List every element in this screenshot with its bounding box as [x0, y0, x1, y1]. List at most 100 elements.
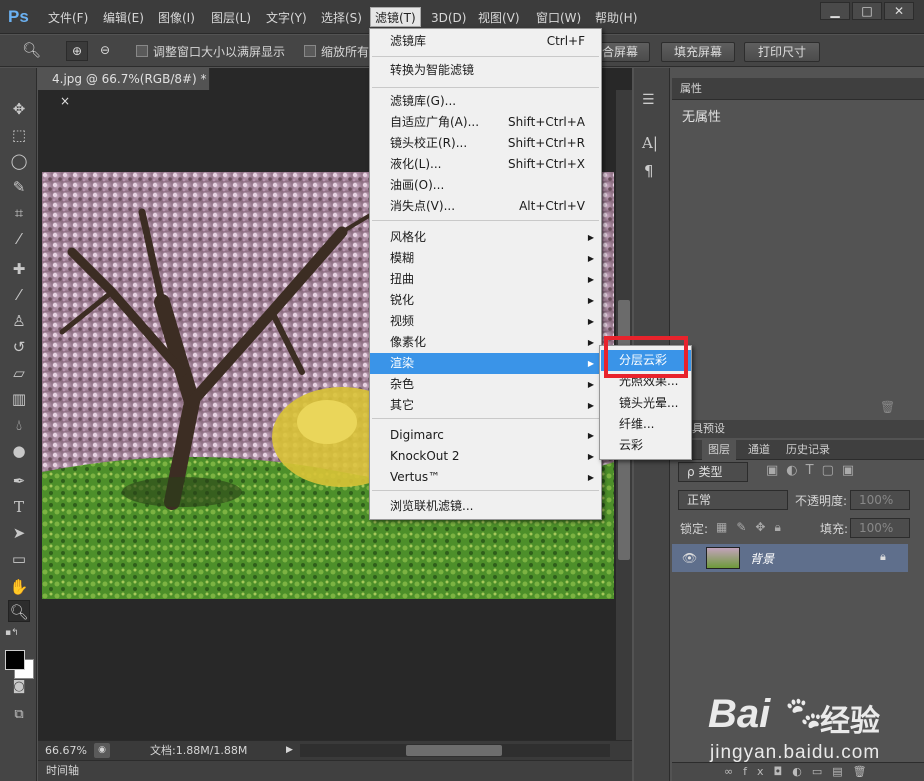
healing-brush-tool-icon[interactable]: ✚: [8, 258, 30, 280]
submenu-item-clouds[interactable]: 云彩: [601, 435, 691, 456]
menu-window[interactable]: 窗口(W): [532, 8, 585, 28]
move-tool-icon[interactable]: ✥: [8, 98, 30, 120]
pen-tool-icon[interactable]: ✒: [8, 470, 30, 492]
tab-layers[interactable]: 图层: [702, 440, 736, 460]
gradient-tool-icon[interactable]: ▥: [8, 388, 30, 410]
eyedropper-tool-icon[interactable]: ⁄: [8, 228, 30, 250]
tab-channels[interactable]: 通道: [742, 440, 776, 460]
opacity-input[interactable]: 100%: [850, 490, 910, 510]
layer-name[interactable]: 背景: [750, 550, 774, 567]
lasso-tool-icon[interactable]: ◯: [8, 150, 30, 172]
history-brush-tool-icon[interactable]: ↺: [8, 336, 30, 358]
tab-history[interactable]: 历史记录: [780, 440, 836, 460]
filter-menu-item-sharpen[interactable]: 锐化 ▶: [370, 290, 601, 311]
close-button[interactable]: ✕: [884, 2, 914, 20]
lock-icons[interactable]: ▦✎✥🔒︎: [716, 520, 790, 535]
horizontal-scroll-thumb[interactable]: [406, 745, 502, 756]
dodge-tool-icon[interactable]: ●: [8, 440, 30, 462]
filter-menu-item-noise[interactable]: 杂色 ▶: [370, 374, 601, 395]
filter-menu-item-digimarc[interactable]: Digimarc ▶: [370, 425, 601, 446]
quick-select-tool-icon[interactable]: ✎: [8, 176, 30, 198]
submenu-item-fibers[interactable]: 纤维...: [601, 414, 691, 435]
fill-input[interactable]: 100%: [850, 518, 910, 538]
menu-3d[interactable]: 3D(D): [427, 8, 470, 28]
filter-menu-item-video[interactable]: 视频 ▶: [370, 311, 601, 332]
zoom-tool-icon[interactable]: 🔍︎: [22, 41, 41, 59]
quick-mask-icon[interactable]: ◙: [8, 676, 30, 698]
horizontal-scrollbar[interactable]: [300, 744, 610, 757]
zoom-level[interactable]: 66.67%: [45, 741, 87, 760]
filter-menu-item-convert-smart-filters[interactable]: 转换为智能滤镜: [370, 60, 601, 81]
filter-menu-item-filter-gallery[interactable]: 滤镜库(G)...: [370, 91, 601, 112]
filter-menu-item-browse-filters-online[interactable]: 浏览联机滤镜...: [370, 496, 601, 517]
document-tab[interactable]: 4.jpg @ 66.7%(RGB/8#) * ×: [38, 68, 210, 108]
close-tab-icon[interactable]: ×: [60, 94, 70, 108]
path-select-tool-icon[interactable]: ➤: [8, 522, 30, 544]
blur-tool-icon[interactable]: 💧︎: [8, 414, 30, 436]
zoom-out-icon[interactable]: ⊖: [94, 41, 116, 61]
default-colors-icon[interactable]: ▪↰: [5, 628, 19, 638]
submenu-item-lens-flare[interactable]: 镜头光晕...: [601, 393, 691, 414]
eraser-tool-icon[interactable]: ▱: [8, 362, 30, 384]
marquee-tool-icon[interactable]: ⬚: [8, 124, 30, 146]
status-options-icon[interactable]: ◉: [94, 743, 110, 758]
properties-tab[interactable]: 属性: [680, 82, 702, 95]
fill-screen-button[interactable]: 填充屏幕: [661, 42, 735, 62]
menu-filter[interactable]: 滤镜(T): [370, 7, 421, 27]
minimize-button[interactable]: ▁: [820, 2, 850, 20]
menu-view[interactable]: 视图(V): [474, 8, 524, 28]
stamp-tool-icon[interactable]: ♙: [8, 310, 30, 332]
brush-tool-icon[interactable]: ⁄: [8, 284, 30, 306]
filter-menu-item-liquify[interactable]: 液化(L)... Shift+Ctrl+X: [370, 154, 601, 175]
filter-menu-item-knockout-2[interactable]: KnockOut 2 ▶: [370, 446, 601, 467]
menu-item-label: 镜头校正(R)...: [390, 136, 468, 150]
status-menu-arrow-icon[interactable]: ▶: [286, 741, 293, 760]
filter-menu-item-vertus[interactable]: Vertus™ ▶: [370, 467, 601, 488]
zoom-in-icon[interactable]: ⊕: [66, 41, 88, 61]
filter-menu-item-render[interactable]: 渲染 ▶: [370, 353, 601, 374]
character-panel-icon[interactable]: A|: [642, 134, 658, 152]
blend-mode-select[interactable]: 正常: [678, 490, 788, 510]
menu-item-shortcut: Ctrl+F: [546, 34, 585, 48]
foreground-color-swatch[interactable]: [5, 650, 25, 670]
layer-row-background[interactable]: 👁︎ 背景 🔒︎: [672, 544, 908, 572]
visibility-eye-icon[interactable]: 👁︎: [682, 551, 697, 565]
paragraph-panel-icon[interactable]: ¶: [644, 162, 654, 180]
layer-filter-icons[interactable]: ▣◐T▢▣: [766, 463, 862, 478]
menu-item-shortcut: Shift+Ctrl+R: [507, 136, 585, 150]
filter-menu-item-blur[interactable]: 模糊 ▶: [370, 248, 601, 269]
hand-tool-icon[interactable]: ✋: [8, 576, 30, 598]
filter-menu-item-last-filter[interactable]: 滤镜库 Ctrl+F: [370, 31, 601, 52]
filter-menu-item-vanishing-point[interactable]: 消失点(V)... Alt+Ctrl+V: [370, 196, 601, 217]
timeline-panel-tab[interactable]: 时间轴: [38, 760, 632, 781]
rectangle-tool-icon[interactable]: ▭: [8, 548, 30, 570]
maximize-button[interactable]: □: [852, 2, 882, 20]
menu-file[interactable]: 文件(F): [44, 8, 92, 28]
layer-kind-filter[interactable]: ρ 类型: [678, 462, 748, 482]
print-size-button[interactable]: 打印尺寸: [744, 42, 820, 62]
submenu-arrow-icon: ▶: [587, 233, 594, 242]
menu-layer[interactable]: 图层(L): [207, 8, 255, 28]
filter-menu-item-pixelate[interactable]: 像素化 ▶: [370, 332, 601, 353]
fill-label: 填充:: [820, 522, 849, 536]
properties-panel-icon[interactable]: ☰: [642, 92, 655, 108]
trash-icon[interactable]: 🗑︎: [880, 400, 895, 414]
menu-select[interactable]: 选择(S): [317, 8, 366, 28]
filter-menu-item-other[interactable]: 其它 ▶: [370, 395, 601, 416]
screen-mode-icon[interactable]: ⧉: [8, 704, 30, 726]
menu-help[interactable]: 帮助(H): [591, 8, 641, 28]
menu-type[interactable]: 文字(Y): [262, 8, 311, 28]
filter-menu-item-lens-correction[interactable]: 镜头校正(R)... Shift+Ctrl+R: [370, 133, 601, 154]
resize-window-checkbox[interactable]: [136, 45, 148, 57]
type-tool-icon[interactable]: T: [8, 496, 30, 518]
zoom-tool-selected-icon[interactable]: 🔍︎: [8, 600, 30, 622]
filter-menu-item-adaptive-wide-angle[interactable]: 自适应广角(A)... Shift+Ctrl+A: [370, 112, 601, 133]
menu-edit[interactable]: 编辑(E): [99, 8, 148, 28]
menu-image[interactable]: 图像(I): [154, 8, 199, 28]
filter-menu-item-oil-paint[interactable]: 油画(O)...: [370, 175, 601, 196]
zoom-all-checkbox[interactable]: [304, 45, 316, 57]
crop-tool-icon[interactable]: ⌗: [8, 202, 30, 224]
filter-menu-item-stylize[interactable]: 风格化 ▶: [370, 227, 601, 248]
tool-presets-tab[interactable]: 具预设: [692, 422, 725, 435]
filter-menu-item-distort[interactable]: 扭曲 ▶: [370, 269, 601, 290]
